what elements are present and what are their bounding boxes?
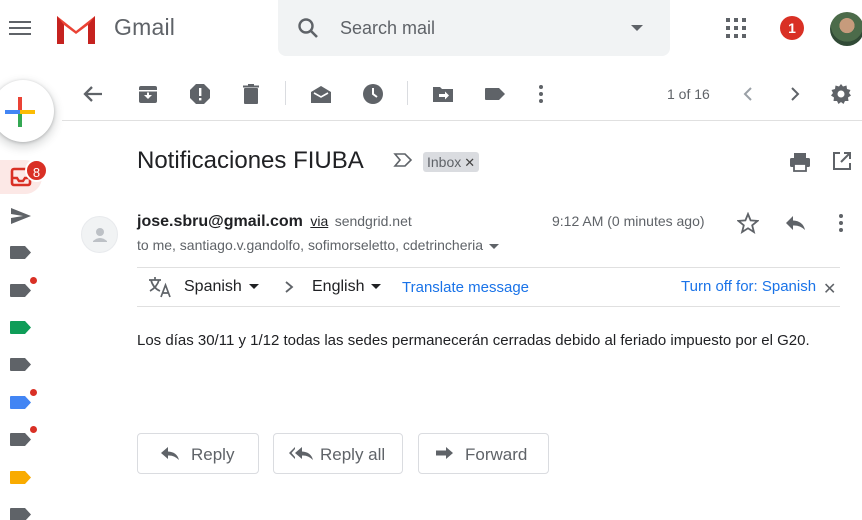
delete-icon[interactable] xyxy=(240,83,262,105)
show-details-icon[interactable] xyxy=(489,243,500,249)
recipients-line[interactable]: to me, santiago.v.gandolfo, sofimorselet… xyxy=(137,237,500,253)
move-to-icon[interactable] xyxy=(432,83,454,105)
toolbar-divider xyxy=(407,81,408,105)
search-options-icon[interactable] xyxy=(631,25,643,31)
importance-marker-icon[interactable] xyxy=(393,152,413,168)
message-toolbar: 1 of 16 xyxy=(62,65,862,121)
sender-email[interactable]: jose.sbru@gmail.com xyxy=(137,213,303,230)
search-bar[interactable]: Search mail xyxy=(278,0,670,56)
via-link[interactable]: via xyxy=(310,213,328,229)
notification-badge[interactable]: 1 xyxy=(780,16,804,40)
close-icon[interactable]: ✕ xyxy=(823,279,836,299)
label-icon[interactable] xyxy=(10,508,32,520)
pagination-count: 1 of 16 xyxy=(667,86,710,102)
label-icon[interactable] xyxy=(10,284,32,297)
label-icon[interactable] xyxy=(10,433,32,446)
sender-info: jose.sbru@gmail.com via sendgrid.net xyxy=(137,213,412,231)
person-icon xyxy=(93,228,107,242)
email-body: Los días 30/11 y 1/12 todas las sedes pe… xyxy=(137,332,810,349)
target-language-dropdown[interactable]: English xyxy=(312,278,382,296)
label-as-icon[interactable] xyxy=(484,83,506,105)
chevron-right-icon xyxy=(285,281,294,293)
report-spam-icon[interactable] xyxy=(189,83,211,105)
reply-icon xyxy=(161,447,179,460)
reply-all-label: Reply all xyxy=(320,445,386,464)
top-header: Gmail Search mail 1 xyxy=(0,0,862,62)
unread-dot xyxy=(29,425,38,434)
recipients-text: to me, santiago.v.gandolfo, sofimorselet… xyxy=(137,237,484,253)
sent-icon[interactable] xyxy=(10,205,32,227)
translate-bar: Spanish English Translate message Turn o… xyxy=(137,267,840,307)
reply-label: Reply xyxy=(191,445,235,464)
forward-icon xyxy=(436,447,453,459)
gmail-logo-icon[interactable] xyxy=(54,12,98,46)
target-language-label: English xyxy=(312,278,365,295)
chevron-down-icon xyxy=(371,284,382,290)
open-in-new-window-icon[interactable] xyxy=(832,151,852,171)
label-icon[interactable] xyxy=(10,321,32,334)
translate-icon xyxy=(149,277,171,298)
search-input[interactable]: Search mail xyxy=(340,18,435,39)
star-icon[interactable] xyxy=(737,212,759,234)
apps-grid-icon[interactable] xyxy=(726,18,746,38)
label-text: Inbox xyxy=(427,154,462,170)
reply-all-button[interactable]: Reply all xyxy=(273,433,403,474)
sender-avatar[interactable] xyxy=(81,216,118,253)
app-name[interactable]: Gmail xyxy=(114,14,175,41)
compose-plus-icon xyxy=(5,97,35,127)
label-icon[interactable] xyxy=(10,358,32,371)
archive-icon[interactable] xyxy=(137,83,159,105)
search-icon[interactable] xyxy=(296,16,320,40)
chevron-right-icon[interactable] xyxy=(784,83,806,105)
label-icon[interactable] xyxy=(10,246,32,259)
via-domain: sendgrid.net xyxy=(334,213,412,229)
email-subject: Notificaciones FIUBA xyxy=(137,147,364,174)
settings-gear-icon[interactable] xyxy=(830,83,852,105)
reply-all-icon xyxy=(289,447,313,460)
account-avatar[interactable] xyxy=(830,12,862,46)
compose-button[interactable] xyxy=(0,80,54,142)
more-options-icon[interactable] xyxy=(530,83,552,105)
inbox-label-chip[interactable]: Inbox ✕ xyxy=(423,152,480,172)
more-options-icon[interactable] xyxy=(830,212,852,234)
reply-button[interactable]: Reply xyxy=(137,433,259,474)
chevron-left-icon[interactable] xyxy=(737,83,759,105)
inbox-unread-badge: 8 xyxy=(25,159,48,182)
translate-message-link[interactable]: Translate message xyxy=(402,279,529,296)
forward-button[interactable]: Forward xyxy=(418,433,549,474)
source-language-label: Spanish xyxy=(184,278,242,295)
label-icon[interactable] xyxy=(10,471,32,484)
chevron-down-icon xyxy=(248,284,259,290)
snooze-clock-icon[interactable] xyxy=(362,83,384,105)
main-menu-icon[interactable] xyxy=(8,17,32,41)
unread-dot xyxy=(29,388,38,397)
email-timestamp: 9:12 AM (0 minutes ago) xyxy=(552,213,705,229)
turn-off-translation-link[interactable]: Turn off for: Spanish xyxy=(681,278,816,295)
back-arrow-icon[interactable] xyxy=(82,83,104,105)
remove-label-icon[interactable]: ✕ xyxy=(464,155,475,170)
print-icon[interactable] xyxy=(789,151,811,173)
reply-icon[interactable] xyxy=(784,212,806,234)
source-language-dropdown[interactable]: Spanish xyxy=(184,278,259,296)
mark-unread-icon[interactable] xyxy=(310,83,332,105)
label-icon[interactable] xyxy=(10,396,32,409)
toolbar-divider xyxy=(285,81,286,105)
forward-label: Forward xyxy=(465,445,528,464)
unread-dot xyxy=(29,276,38,285)
